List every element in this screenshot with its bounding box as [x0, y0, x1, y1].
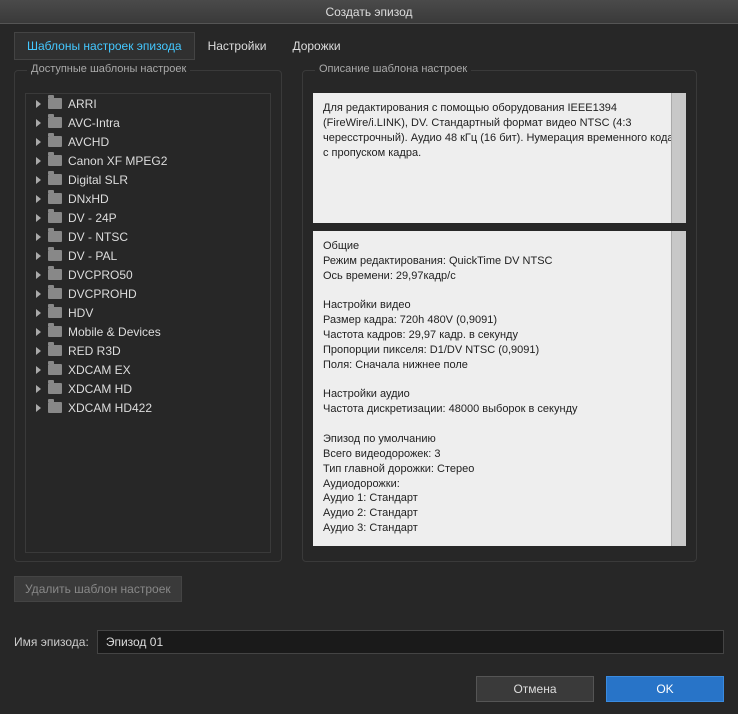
- chevron-right-icon[interactable]: [36, 138, 41, 146]
- folder-icon: [48, 402, 62, 413]
- tab-tracks[interactable]: Дорожки: [279, 32, 353, 60]
- preset-folder-label: DVCPROHD: [68, 287, 137, 301]
- preset-folder-label: AVCHD: [68, 135, 109, 149]
- folder-icon: [48, 212, 62, 223]
- window-title-bar: Создать эпизод: [0, 0, 738, 24]
- preset-folder-label: Canon XF MPEG2: [68, 154, 167, 168]
- folder-icon: [48, 155, 62, 166]
- delete-preset-button[interactable]: Удалить шаблон настроек: [14, 576, 182, 602]
- folder-icon: [48, 193, 62, 204]
- preset-folder[interactable]: RED R3D: [26, 341, 270, 360]
- folder-icon: [48, 231, 62, 242]
- chevron-right-icon[interactable]: [36, 119, 41, 127]
- preset-folder-label: ARRI: [68, 97, 97, 111]
- preset-folder-label: AVC-Intra: [68, 116, 120, 130]
- chevron-right-icon[interactable]: [36, 233, 41, 241]
- preset-folder[interactable]: DV - PAL: [26, 246, 270, 265]
- chevron-right-icon[interactable]: [36, 157, 41, 165]
- preset-folder[interactable]: Mobile & Devices: [26, 322, 270, 341]
- folder-icon: [48, 136, 62, 147]
- preset-folder[interactable]: Digital SLR: [26, 170, 270, 189]
- preset-tree[interactable]: ARRI AVC-Intra AVCHD Canon XF MPEG2 Digital …: [25, 93, 271, 553]
- chevron-right-icon[interactable]: [36, 100, 41, 108]
- preset-folder[interactable]: DVCPROHD: [26, 284, 270, 303]
- window-title: Создать эпизод: [325, 5, 412, 19]
- preset-folder-label: XDCAM HD: [68, 382, 132, 396]
- folder-icon: [48, 307, 62, 318]
- preset-folder[interactable]: DVCPRO50: [26, 265, 270, 284]
- folder-icon: [48, 250, 62, 261]
- chevron-right-icon[interactable]: [36, 271, 41, 279]
- preset-folder-label: Digital SLR: [68, 173, 128, 187]
- folder-icon: [48, 364, 62, 375]
- preset-folder[interactable]: XDCAM EX: [26, 360, 270, 379]
- chevron-right-icon[interactable]: [36, 195, 41, 203]
- folder-icon: [48, 326, 62, 337]
- chevron-right-icon[interactable]: [36, 176, 41, 184]
- chevron-right-icon[interactable]: [36, 385, 41, 393]
- folder-icon: [48, 269, 62, 280]
- preset-folder-label: DV - NTSC: [68, 230, 128, 244]
- chevron-right-icon[interactable]: [36, 347, 41, 355]
- preset-folder[interactable]: AVCHD: [26, 132, 270, 151]
- cancel-button[interactable]: Отмена: [476, 676, 594, 702]
- folder-icon: [48, 345, 62, 356]
- chevron-right-icon[interactable]: [36, 404, 41, 412]
- preset-folder[interactable]: HDV: [26, 303, 270, 322]
- chevron-right-icon[interactable]: [36, 366, 41, 374]
- preset-folder-label: XDCAM EX: [68, 363, 131, 377]
- chevron-right-icon[interactable]: [36, 252, 41, 260]
- ok-button[interactable]: OK: [606, 676, 724, 702]
- available-presets-panel: Доступные шаблоны настроек ARRIAVC-Intra…: [14, 70, 282, 562]
- preset-folder-label: Mobile & Devices: [68, 325, 161, 339]
- sequence-name-label: Имя эпизода:: [14, 635, 89, 649]
- chevron-right-icon[interactable]: [36, 309, 41, 317]
- preset-folder-label: XDCAM HD422: [68, 401, 152, 415]
- sequence-name-input[interactable]: [97, 630, 724, 654]
- preset-details: Общие Режим редактирования: QuickTime DV…: [313, 231, 686, 546]
- tab-bar: Шаблоны настроек эпизода Настройки Дорож…: [14, 32, 724, 60]
- preset-folder-label: DVCPRO50: [68, 268, 133, 282]
- folder-icon: [48, 383, 62, 394]
- chevron-right-icon[interactable]: [36, 214, 41, 222]
- preset-folder-label: DV - 24P: [68, 211, 117, 225]
- preset-folder[interactable]: DV - NTSC: [26, 227, 270, 246]
- folder-icon: [48, 288, 62, 299]
- preset-description-panel: Описание шаблона настроек Для редактиров…: [302, 70, 697, 562]
- preset-folder[interactable]: DV - 24P: [26, 208, 270, 227]
- preset-folder[interactable]: AVC-Intra: [26, 113, 270, 132]
- preset-folder[interactable]: XDCAM HD422: [26, 398, 270, 417]
- preset-folder-label: DNxHD: [68, 192, 109, 206]
- tab-settings[interactable]: Настройки: [195, 32, 280, 60]
- preset-folder[interactable]: XDCAM HD: [26, 379, 270, 398]
- preset-description-label: Описание шаблона настроек: [315, 63, 471, 75]
- preset-folder[interactable]: DNxHD: [26, 189, 270, 208]
- chevron-right-icon[interactable]: [36, 290, 41, 298]
- preset-folder[interactable]: ARRI: [26, 94, 270, 113]
- tab-presets[interactable]: Шаблоны настроек эпизода: [14, 32, 195, 60]
- folder-icon: [48, 98, 62, 109]
- chevron-right-icon[interactable]: [36, 328, 41, 336]
- available-presets-label: Доступные шаблоны настроек: [27, 63, 190, 75]
- folder-icon: [48, 174, 62, 185]
- preset-folder[interactable]: Canon XF MPEG2: [26, 151, 270, 170]
- preset-folder-label: HDV: [68, 306, 93, 320]
- preset-summary: Для редактирования с помощью оборудовани…: [313, 93, 686, 223]
- folder-icon: [48, 117, 62, 128]
- preset-folder-label: RED R3D: [68, 344, 121, 358]
- preset-folder-label: DV - PAL: [68, 249, 117, 263]
